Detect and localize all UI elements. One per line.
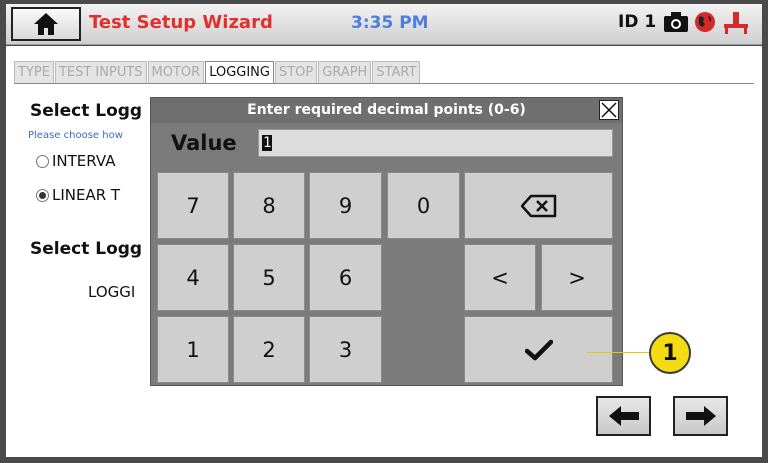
checkmark-icon: [524, 339, 553, 360]
close-icon: [601, 102, 617, 118]
clock: 3:35 PM: [351, 13, 429, 33]
tab-logging[interactable]: LOGGING: [205, 61, 274, 84]
callout-marker: 1: [649, 332, 691, 374]
radio-interval[interactable]: INTERVA: [36, 152, 115, 170]
backspace-button[interactable]: [464, 172, 613, 239]
decimal-points-dialog: Enter required decimal points (0-6) Valu…: [150, 97, 623, 386]
header-bar: Test Setup Wizard 3:35 PM ID 1: [6, 4, 762, 45]
dialog-title: Enter required decimal points (0-6): [151, 98, 622, 123]
tab-type[interactable]: TYPE: [14, 61, 54, 84]
arrow-left-icon: [608, 406, 639, 426]
page-title: Test Setup Wizard: [89, 12, 273, 33]
key-7[interactable]: 7: [157, 172, 229, 239]
key-2[interactable]: 2: [233, 316, 305, 383]
tab-divider: [14, 83, 754, 84]
cursor-left-button[interactable]: <: [464, 244, 536, 311]
dialog-close-button[interactable]: [599, 100, 619, 120]
tab-bar: TYPE TEST INPUTS MOTOR LOGGING STOP GRAP…: [14, 61, 421, 84]
logging-value: LOGGI: [88, 283, 136, 301]
value-input[interactable]: 1: [258, 129, 613, 157]
key-9[interactable]: 9: [309, 172, 382, 239]
tab-graph[interactable]: GRAPH: [318, 61, 372, 84]
section-title-logging-rate: Select Logg: [30, 239, 143, 259]
callout-line: [587, 352, 649, 353]
value-label: Value: [171, 131, 237, 155]
radio-linear[interactable]: LINEAR T: [36, 186, 120, 204]
home-icon: [34, 13, 58, 35]
key-0[interactable]: 0: [387, 172, 460, 239]
backspace-icon: [520, 194, 556, 217]
radio-label: INTERVA: [52, 152, 116, 170]
key-4[interactable]: 4: [157, 244, 229, 311]
app-frame: Test Setup Wizard 3:35 PM ID 1 TYPE TEST…: [0, 0, 768, 463]
confirm-button[interactable]: [464, 316, 613, 383]
radio-button[interactable]: [36, 154, 49, 168]
key-3[interactable]: 3: [309, 316, 382, 383]
device-id: ID 1: [618, 12, 657, 32]
usb-icon[interactable]: [722, 11, 750, 35]
key-1[interactable]: 1: [157, 316, 229, 383]
cursor-right-button[interactable]: >: [541, 244, 613, 311]
value-text: 1: [262, 135, 273, 151]
tab-motor[interactable]: MOTOR: [147, 61, 205, 84]
next-button[interactable]: [673, 396, 728, 436]
back-button[interactable]: [596, 396, 651, 436]
home-button[interactable]: [11, 7, 81, 41]
radio-button-selected[interactable]: [36, 188, 49, 202]
arrow-right-icon: [685, 406, 716, 426]
section-title-logging-type: Select Logg: [30, 101, 143, 121]
radio-label: LINEAR T: [52, 186, 121, 204]
camera-icon[interactable]: [663, 11, 689, 33]
tab-test-inputs[interactable]: TEST INPUTS: [54, 61, 147, 84]
tab-stop[interactable]: STOP: [274, 61, 318, 84]
globe-icon[interactable]: [694, 11, 716, 33]
tab-start[interactable]: START: [372, 61, 421, 84]
key-8[interactable]: 8: [233, 172, 305, 239]
hint-text: Please choose how: [28, 130, 123, 141]
key-5[interactable]: 5: [233, 244, 305, 311]
key-6[interactable]: 6: [309, 244, 382, 311]
